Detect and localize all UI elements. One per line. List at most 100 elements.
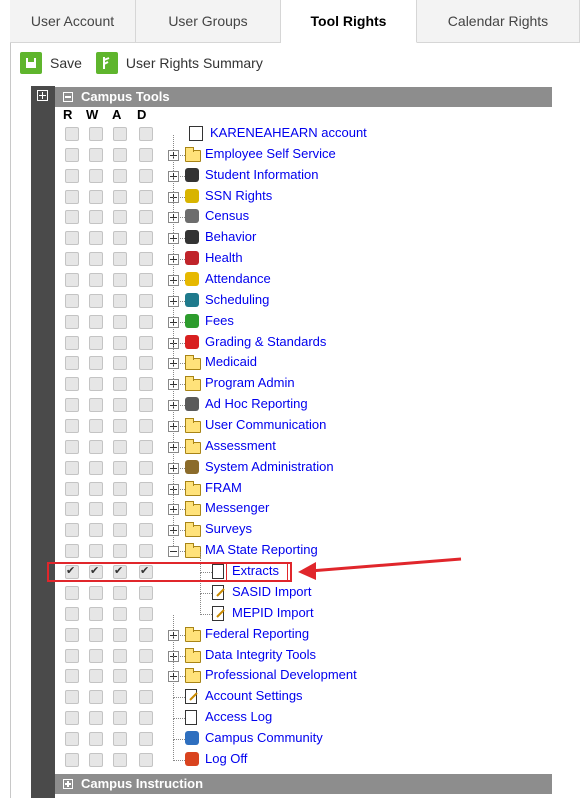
tree-item-label[interactable]: Federal Reporting (205, 626, 309, 641)
checkbox-a[interactable] (113, 627, 127, 642)
tree-item-label[interactable]: MEPID Import (232, 605, 314, 620)
checkbox-r[interactable] (65, 481, 79, 496)
campus-instruction-header[interactable]: Campus Instruction (55, 774, 552, 794)
tree-item-label[interactable]: Employee Self Service (205, 146, 336, 161)
checkbox-w[interactable] (89, 252, 103, 267)
checkbox-d[interactable] (139, 752, 153, 767)
checkbox-a[interactable] (113, 523, 127, 538)
checkbox-a[interactable] (113, 398, 127, 413)
checkbox-d[interactable] (139, 627, 153, 642)
checkbox-w[interactable] (89, 210, 103, 225)
checkbox-a[interactable] (113, 377, 127, 392)
checkbox-d[interactable] (139, 168, 153, 183)
checkbox-a[interactable] (113, 669, 127, 684)
checkbox-d[interactable] (139, 544, 153, 559)
checkbox-r[interactable] (65, 377, 79, 392)
checkbox-r[interactable] (65, 168, 79, 183)
checkbox-r[interactable] (65, 606, 79, 621)
campus-tools-header[interactable]: Campus Tools (55, 87, 552, 107)
checkbox-d[interactable] (139, 502, 153, 517)
checkbox-a[interactable] (113, 460, 127, 475)
checkbox-a[interactable] (113, 752, 127, 767)
checkbox-w[interactable] (89, 335, 103, 350)
checkbox-r[interactable] (65, 210, 79, 225)
tree-item-label[interactable]: Assessment (205, 438, 276, 453)
checkbox-w[interactable] (89, 502, 103, 517)
checkbox-r[interactable] (65, 419, 79, 434)
checkbox-w[interactable] (89, 377, 103, 392)
checkbox-r[interactable] (65, 544, 79, 559)
checkbox-d[interactable] (139, 273, 153, 288)
checkbox-a[interactable] (113, 293, 127, 308)
checkbox-r[interactable] (65, 147, 79, 162)
checkbox-a[interactable] (113, 711, 127, 726)
checkbox-a[interactable] (113, 356, 127, 371)
checkbox-d[interactable] (139, 606, 153, 621)
checkbox-d[interactable] (139, 189, 153, 204)
checkbox-a[interactable] (113, 419, 127, 434)
checkbox-w[interactable] (89, 648, 103, 663)
checkbox-w[interactable] (89, 585, 103, 600)
checkbox-w[interactable] (89, 481, 103, 496)
checkbox-r[interactable] (65, 293, 79, 308)
tree-item-label[interactable]: FRAM (205, 480, 242, 495)
checkbox-d[interactable] (139, 293, 153, 308)
checkbox-w[interactable] (89, 669, 103, 684)
checkbox-w[interactable] (89, 147, 103, 162)
checkbox-w[interactable] (89, 293, 103, 308)
checkbox-w[interactable] (89, 398, 103, 413)
checkbox-a[interactable] (113, 147, 127, 162)
checkbox-r[interactable] (65, 273, 79, 288)
tree-item-label[interactable]: Program Admin (205, 375, 295, 390)
checkbox-w[interactable] (89, 544, 103, 559)
tree-item-label[interactable]: Grading & Standards (205, 334, 326, 349)
checkbox-d[interactable] (139, 335, 153, 350)
checkbox-d[interactable] (139, 210, 153, 225)
checkbox-r[interactable] (65, 669, 79, 684)
checkbox-d[interactable] (139, 231, 153, 246)
checkbox-a[interactable] (113, 252, 127, 267)
checkbox-r[interactable] (65, 523, 79, 538)
checkbox-d[interactable] (139, 648, 153, 663)
checkbox-a[interactable] (113, 127, 127, 141)
checkbox-r[interactable] (65, 189, 79, 204)
checkbox-a[interactable] (113, 502, 127, 517)
save-button[interactable]: Save (20, 52, 82, 74)
checkbox-r[interactable] (65, 252, 79, 267)
checkbox-w[interactable] (89, 439, 103, 454)
checkbox-d[interactable] (139, 669, 153, 684)
checkbox-d[interactable] (139, 377, 153, 392)
checkbox-r[interactable] (65, 460, 79, 475)
tree-item-label[interactable]: Student Information (205, 167, 318, 182)
tree-item-label[interactable]: Campus Community (205, 730, 323, 745)
checkbox-w[interactable] (89, 731, 103, 746)
tree-item-label[interactable]: Health (205, 250, 243, 265)
checkbox-d[interactable] (139, 356, 153, 371)
checkbox-a[interactable] (113, 648, 127, 663)
tree-item-label[interactable]: Log Off (205, 751, 247, 766)
checkbox-w[interactable] (89, 231, 103, 246)
checkbox-d[interactable] (139, 439, 153, 454)
tree-item-label[interactable]: User Communication (205, 417, 326, 432)
checkbox-w[interactable] (89, 711, 103, 726)
tab-user-groups[interactable]: User Groups (136, 0, 281, 43)
checkbox-w[interactable] (89, 356, 103, 371)
tree-item-label[interactable]: Surveys (205, 521, 252, 536)
checkbox-a[interactable] (113, 585, 127, 600)
user-rights-summary-button[interactable]: User Rights Summary (95, 52, 263, 74)
checkbox-a[interactable] (113, 314, 127, 329)
checkbox-r[interactable] (65, 314, 79, 329)
tree-item-label[interactable]: System Administration (205, 459, 334, 474)
checkbox-w[interactable] (89, 419, 103, 434)
checkbox-d[interactable] (139, 460, 153, 475)
checkbox-w[interactable] (89, 606, 103, 621)
checkbox-w[interactable] (89, 523, 103, 538)
checkbox-r[interactable] (65, 398, 79, 413)
checkbox-d[interactable] (139, 711, 153, 726)
tree-item-label[interactable]: Attendance (205, 271, 271, 286)
checkbox-d[interactable] (139, 147, 153, 162)
checkbox-d[interactable] (139, 419, 153, 434)
tab-tool-rights[interactable]: Tool Rights (281, 0, 417, 43)
collapse-icon[interactable] (63, 92, 73, 102)
checkbox-a[interactable] (113, 481, 127, 496)
